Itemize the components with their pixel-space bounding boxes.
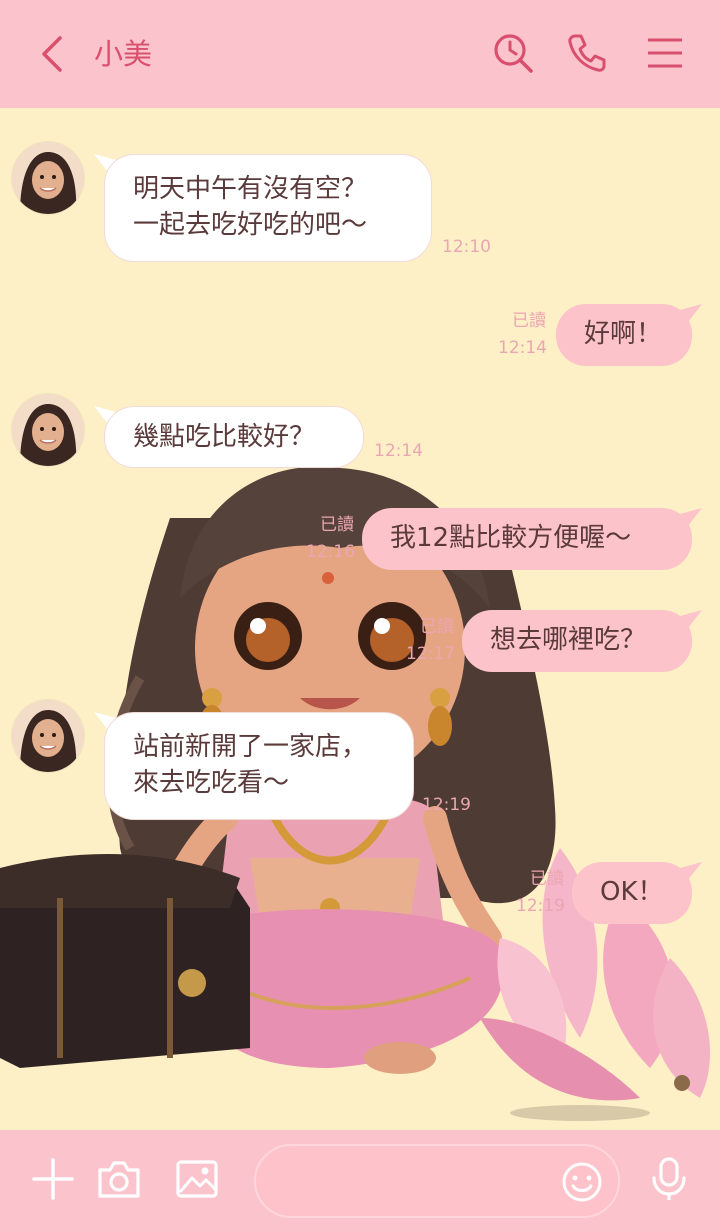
avatar[interactable]	[12, 142, 84, 214]
message-bubble-incoming[interactable]: 站前新開了一家店， 來去吃吃看～	[104, 712, 414, 820]
contact-avatar-icon	[12, 142, 84, 214]
contact-avatar-icon	[12, 394, 84, 466]
read-receipt: 已讀	[320, 515, 354, 535]
bubble-tail	[680, 610, 702, 628]
plus-icon[interactable]	[30, 1156, 76, 1202]
read-receipt: 已讀	[530, 869, 564, 889]
message-time: 12:17	[406, 644, 455, 664]
message-time: 12:14	[374, 441, 423, 461]
message-input[interactable]	[254, 1144, 620, 1218]
avatar[interactable]	[12, 394, 84, 466]
phone-icon[interactable]	[566, 32, 608, 74]
message-bubble-outgoing[interactable]: OK！	[572, 862, 692, 924]
message-bubble-incoming[interactable]: 明天中午有沒有空？ 一起去吃好吃的吧～	[104, 154, 432, 262]
chat-area[interactable]: 明天中午有沒有空？ 一起去吃好吃的吧～ 12:10 已讀 12:14 好啊！ 幾…	[0, 108, 720, 1130]
image-icon[interactable]	[174, 1156, 220, 1202]
chat-header: 小美	[0, 0, 720, 108]
bubble-tail	[680, 304, 702, 322]
message-time: 12:16	[306, 542, 355, 562]
smile-icon[interactable]	[560, 1160, 604, 1204]
bubble-tail	[680, 508, 702, 526]
message-bubble-outgoing[interactable]: 好啊！	[556, 304, 692, 366]
message-time: 12:19	[516, 896, 565, 916]
read-receipt: 已讀	[512, 311, 546, 331]
chevron-left-icon[interactable]	[34, 34, 70, 74]
message-bubble-outgoing[interactable]: 我12點比較方便喔～	[362, 508, 692, 570]
message-bubble-outgoing[interactable]: 想去哪裡吃？	[462, 610, 692, 672]
message-time: 12:10	[442, 237, 491, 257]
bubble-tail	[680, 862, 702, 880]
message-bubble-incoming[interactable]: 幾點吃比較好？	[104, 406, 364, 468]
message-time: 12:14	[498, 338, 547, 358]
search-clock-icon[interactable]	[492, 32, 534, 74]
hamburger-menu-icon[interactable]	[644, 32, 686, 74]
read-receipt: 已讀	[420, 617, 454, 637]
input-bar	[0, 1130, 720, 1232]
microphone-icon[interactable]	[646, 1156, 692, 1202]
avatar[interactable]	[12, 700, 84, 772]
chat-title: 小美	[94, 37, 153, 71]
camera-icon[interactable]	[96, 1156, 142, 1202]
message-time: 12:19	[422, 795, 471, 815]
contact-avatar-icon	[12, 700, 84, 772]
